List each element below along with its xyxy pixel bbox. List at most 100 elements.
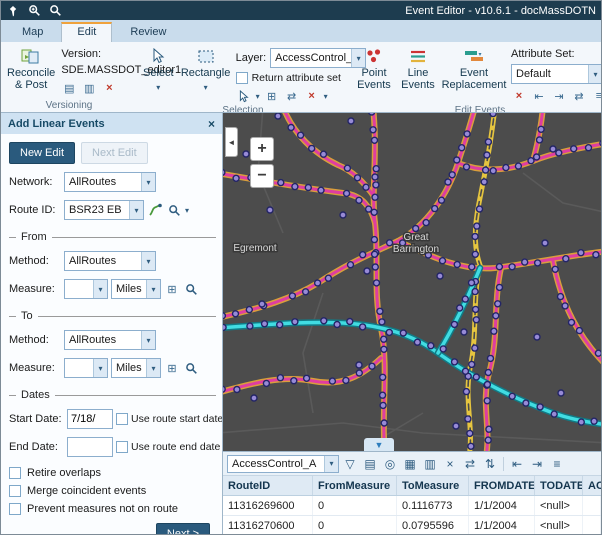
route-id-label: Route ID:	[9, 204, 61, 216]
to-measure-zoom-icon[interactable]	[183, 360, 199, 376]
switch-grid-selection-icon[interactable]	[461, 455, 479, 473]
select-features-icon[interactable]	[236, 88, 252, 104]
select-by-attributes-icon[interactable]	[264, 88, 280, 104]
grid-layer-value: AccessControl_A	[228, 458, 324, 470]
selection-options-caret-icon[interactable]	[324, 90, 328, 102]
merge-coincident-checkbox[interactable]	[9, 485, 21, 497]
retire-overlaps-label: Retire overlaps	[27, 467, 101, 479]
tab-map[interactable]: Map	[7, 23, 58, 42]
layer-label: Layer:	[236, 52, 267, 64]
from-measure-label: Measure:	[9, 283, 61, 295]
tab-review[interactable]: Review	[115, 23, 181, 42]
attribute-set-value: Default	[512, 68, 588, 80]
event-replacement-icon	[464, 47, 484, 65]
line-events-label: Line Events	[401, 67, 435, 91]
tab-edit[interactable]: Edit	[61, 22, 112, 42]
switch-selection-icon[interactable]	[284, 88, 300, 104]
route-zoom-caret-icon[interactable]	[185, 204, 189, 216]
layer-value: AccessControl_A	[271, 52, 351, 64]
network-select[interactable]: AllRoutes	[64, 172, 156, 192]
version-copy-icon[interactable]	[61, 80, 77, 96]
map-canvas[interactable]: Egremont Great Barrington ◄ + −	[223, 113, 601, 451]
from-unit-select[interactable]: Miles	[111, 279, 161, 299]
zoom-icon[interactable]	[48, 4, 62, 18]
point-events-icon	[365, 47, 383, 65]
to-measure-label: Measure:	[9, 362, 61, 374]
clear-grid-selection-icon[interactable]	[441, 455, 459, 473]
header-routeid[interactable]: RouteID	[223, 476, 313, 495]
from-method-select[interactable]: AllRoutes	[64, 251, 156, 271]
delete-event-icon[interactable]	[511, 88, 527, 104]
retire-overlaps-checkbox[interactable]	[9, 467, 21, 479]
rectangle-button[interactable]: Rectangle	[180, 44, 232, 104]
grid-collapse-handle[interactable]	[364, 438, 394, 451]
snap-end-icon[interactable]	[551, 88, 567, 104]
header-tomeasure[interactable]: ToMeasure	[397, 476, 469, 495]
attribute-table-icon[interactable]	[401, 455, 419, 473]
go-last-icon[interactable]	[528, 455, 546, 473]
map-label-egremont: Egremont	[233, 243, 277, 254]
select-caret-icon[interactable]	[156, 81, 160, 94]
header-todate[interactable]: TODATE	[535, 476, 583, 495]
header-fromdate[interactable]: FROMDATE	[469, 476, 535, 495]
event-replacement-button[interactable]: Event Replacement	[441, 44, 507, 104]
grid-toolbar: AccessControl_A	[223, 452, 601, 476]
chevron-down-icon	[146, 359, 160, 377]
go-first-icon[interactable]	[508, 455, 526, 473]
line-events-icon	[409, 47, 427, 65]
prevent-measures-checkbox[interactable]	[9, 503, 21, 515]
select-button[interactable]: Select	[141, 44, 176, 104]
sort-icon[interactable]	[481, 455, 499, 473]
zoom-out-button[interactable]: −	[250, 164, 274, 188]
table-row[interactable]: 11316270600 0 0.0795596 1/1/2004 <null>	[223, 516, 601, 535]
snap-start-icon[interactable]	[531, 88, 547, 104]
to-measure-combo[interactable]	[64, 358, 108, 378]
route-picker-icon[interactable]	[147, 202, 163, 218]
grid-layer-select[interactable]: AccessControl_A	[227, 455, 339, 473]
collapse-panel-button[interactable]: ◄	[225, 127, 238, 157]
header-ac[interactable]: AC	[583, 476, 601, 495]
next-button[interactable]: Next >	[156, 523, 210, 535]
more-options-icon[interactable]	[591, 88, 601, 104]
filter-icon[interactable]	[341, 455, 359, 473]
version-paste-icon[interactable]	[81, 80, 97, 96]
cell-fromdate: 1/1/2004	[469, 516, 535, 535]
pin-icon[interactable]	[6, 4, 20, 18]
point-events-button[interactable]: Point Events	[353, 44, 395, 104]
clear-selection-icon[interactable]	[304, 88, 320, 104]
use-route-start-checkbox[interactable]	[116, 413, 128, 425]
cell-todate: <null>	[535, 496, 583, 515]
records-icon[interactable]	[361, 455, 379, 473]
table-row[interactable]: 11316269600 0 0.1116773 1/1/2004 <null>	[223, 496, 601, 516]
use-route-end-checkbox[interactable]	[116, 441, 128, 453]
return-attribute-set-checkbox[interactable]	[236, 72, 248, 84]
columns-icon[interactable]	[421, 455, 439, 473]
route-id-select[interactable]: BSR23 EB	[64, 200, 144, 220]
from-measure-combo[interactable]	[64, 279, 108, 299]
reconcile-post-button[interactable]: Reconcile & Post	[5, 44, 57, 99]
to-measure-pick-icon[interactable]	[164, 360, 180, 376]
new-edit-button[interactable]: New Edit	[9, 142, 75, 164]
zoom-to-selection-icon[interactable]	[381, 455, 399, 473]
flip-event-icon[interactable]	[571, 88, 587, 104]
start-date-input[interactable]	[67, 409, 113, 429]
from-section-label: From	[21, 231, 47, 243]
attribute-set-stack: Attribute Set: Default	[511, 44, 601, 104]
select-mode-caret-icon[interactable]	[256, 90, 260, 102]
rectangle-caret-icon[interactable]	[204, 81, 208, 94]
to-section-separator: To	[9, 310, 216, 322]
grid-options-icon[interactable]	[548, 455, 566, 473]
header-frommeasure[interactable]: FromMeasure	[313, 476, 397, 495]
from-measure-pick-icon[interactable]	[164, 281, 180, 297]
to-method-select[interactable]: AllRoutes	[64, 330, 156, 350]
zoom-in-icon[interactable]	[27, 4, 41, 18]
close-icon[interactable]	[208, 117, 215, 131]
end-date-input[interactable]	[67, 437, 113, 457]
attribute-set-select[interactable]: Default	[511, 64, 601, 84]
to-unit-select[interactable]: Miles	[111, 358, 161, 378]
version-delete-icon[interactable]	[101, 80, 117, 96]
zoom-in-button[interactable]: +	[250, 137, 274, 161]
route-zoom-icon[interactable]	[166, 202, 182, 218]
line-events-button[interactable]: Line Events	[399, 44, 437, 104]
from-measure-zoom-icon[interactable]	[183, 281, 199, 297]
